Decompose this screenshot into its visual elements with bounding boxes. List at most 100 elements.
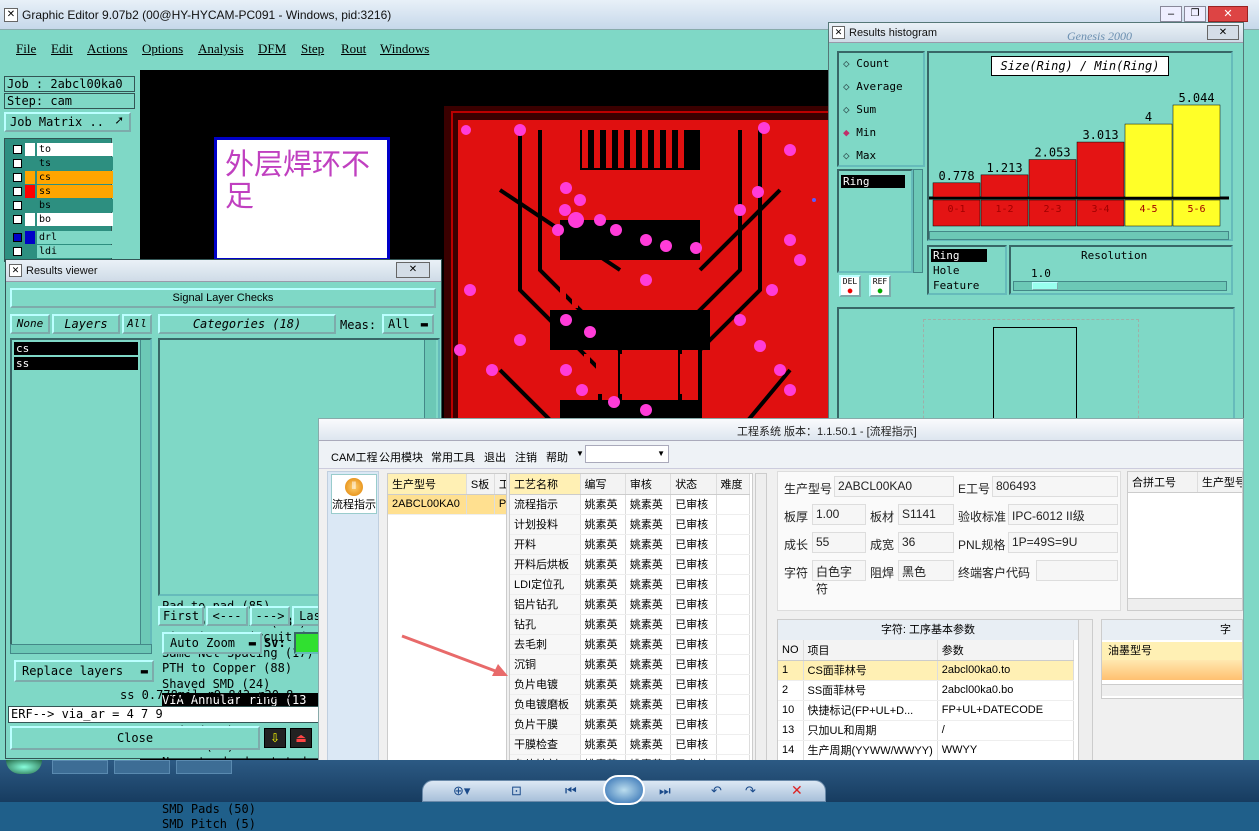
- process-cell[interactable]: 已审核: [670, 734, 717, 755]
- hist-bar[interactable]: [1028, 159, 1077, 198]
- col-writer[interactable]: 编写: [580, 474, 626, 495]
- chart-hscrollbar[interactable]: [929, 231, 1229, 240]
- process-cell[interactable]: [716, 614, 751, 635]
- col-model[interactable]: 生产型号: [388, 474, 467, 495]
- layer-checkbox[interactable]: [13, 159, 22, 168]
- layer-checkbox[interactable]: [13, 215, 22, 224]
- process-row[interactable]: 负电镀磨板 姚素英 姚素英 已审核: [510, 694, 751, 715]
- process-cell[interactable]: 已审核: [670, 594, 717, 615]
- layer-row-to[interactable]: to: [11, 143, 115, 156]
- process-cell[interactable]: 姚素英: [625, 674, 672, 695]
- process-row[interactable]: 负片电镀 姚素英 姚素英 已审核: [510, 674, 751, 695]
- process-cell[interactable]: 姚素英: [625, 554, 672, 575]
- process-cell[interactable]: 姚素英: [580, 554, 626, 575]
- param-cell[interactable]: SS面菲林号: [803, 680, 938, 701]
- eng-titlebar[interactable]: 工程系统 版本：1.1.50.1 - [流程指示]: [319, 419, 1243, 441]
- process-cell[interactable]: 已审核: [670, 574, 717, 595]
- param-row[interactable]: 1 CS面菲林号 2abcl00ka0.to: [778, 660, 1075, 681]
- process-row[interactable]: 流程指示 姚素英 姚素英 已审核: [510, 494, 751, 515]
- process-row[interactable]: LDI定位孔 姚素英 姚素英 已审核: [510, 574, 751, 595]
- layer-row-bs[interactable]: bs: [11, 199, 115, 212]
- process-cell[interactable]: 开料后烘板: [510, 554, 581, 575]
- process-cell[interactable]: [716, 574, 751, 595]
- category-item[interactable]: PTH to Copper (88): [162, 661, 292, 675]
- process-cell[interactable]: 姚素英: [580, 614, 626, 635]
- param-row[interactable]: 10 快捷标记(FP+UL+D... FP+UL+DATECODE: [778, 700, 1075, 721]
- close-icon[interactable]: ✕: [1208, 6, 1248, 22]
- source-hole[interactable]: Hole: [931, 264, 960, 277]
- process-cell[interactable]: 已审核: [670, 514, 717, 535]
- standard-field[interactable]: IPC-6012 II级: [1008, 504, 1118, 525]
- eng-toolbar-combo[interactable]: ▼: [585, 445, 669, 463]
- process-cell[interactable]: 已审核: [670, 494, 717, 515]
- menu-step[interactable]: Step: [301, 41, 324, 57]
- hist-close-icon[interactable]: ✕: [1207, 25, 1239, 40]
- param-cell[interactable]: 14: [778, 740, 804, 761]
- hist-bar[interactable]: [1076, 141, 1125, 198]
- layer-result-cs[interactable]: cs: [14, 342, 138, 355]
- hist-bar[interactable]: [932, 182, 981, 198]
- param-cell[interactable]: 只加UL和周期: [803, 720, 938, 741]
- col-param[interactable]: 参数: [937, 640, 1075, 661]
- model-field[interactable]: 2ABCL00KA0: [834, 476, 954, 497]
- col-item[interactable]: 项目: [803, 640, 938, 661]
- source-list[interactable]: Ring Hole Feature: [927, 245, 1007, 295]
- start-orb-icon[interactable]: [6, 760, 42, 774]
- param-row[interactable]: 13 只加UL和周期 /: [778, 720, 1075, 741]
- ink-row[interactable]: [1102, 660, 1242, 680]
- delete-icon[interactable]: ✕: [791, 782, 803, 799]
- param-cell[interactable]: 2abcl00ka0.to: [937, 660, 1075, 681]
- process-row[interactable]: 开料 姚素英 姚素英 已审核: [510, 534, 751, 555]
- customer-code-field[interactable]: [1036, 560, 1118, 581]
- process-row[interactable]: 负片干膜 姚素英 姚素英 已审核: [510, 714, 751, 735]
- job-matrix-button[interactable]: Job Matrix .. ➚: [4, 112, 131, 132]
- process-cell[interactable]: 姚素英: [625, 574, 672, 595]
- rotate-left-icon[interactable]: ↶: [711, 783, 722, 799]
- process-table[interactable]: 工艺名称 编写 审核 状态 难度 流程指示 姚素英 姚素英 已审核 计划投料 姚素英 姚素英…: [509, 473, 753, 761]
- menu-rout[interactable]: Rout: [341, 41, 366, 57]
- category-item[interactable]: SMD Pads (50): [162, 802, 256, 816]
- resolution-slider[interactable]: [1013, 281, 1227, 291]
- process-cell[interactable]: [716, 534, 751, 555]
- col-merge-model[interactable]: 生产型号: [1197, 472, 1242, 493]
- menu-edit[interactable]: Edit: [51, 41, 73, 57]
- hist-option-max[interactable]: ◇ Max: [843, 149, 876, 162]
- process-cell[interactable]: 已审核: [670, 634, 717, 655]
- process-row[interactable]: 钻孔 姚素英 姚素英 已审核: [510, 614, 751, 635]
- eng-menu-help[interactable]: 帮助: [546, 449, 568, 465]
- process-cell[interactable]: [716, 594, 751, 615]
- process-cell[interactable]: 姚素英: [625, 714, 672, 735]
- categories-button[interactable]: Categories (18): [158, 314, 336, 334]
- pnl-field[interactable]: 1P=49S=9U: [1008, 532, 1118, 553]
- rotate-right-icon[interactable]: ↷: [745, 783, 756, 799]
- menu-windows[interactable]: Windows: [380, 41, 429, 57]
- eng-menu-cam[interactable]: CAM工程: [331, 449, 377, 465]
- col-no[interactable]: NO: [778, 640, 804, 661]
- flow-guide-button[interactable]: Ⅱ 流程指示: [331, 474, 377, 514]
- meas-select[interactable]: All ▬: [382, 314, 434, 334]
- layer-checkbox[interactable]: [13, 187, 22, 196]
- ink-hscrollbar[interactable]: [1102, 684, 1242, 696]
- param-cell[interactable]: 快捷标记(FP+UL+D...: [803, 700, 938, 721]
- all-button[interactable]: All: [122, 314, 152, 334]
- process-cell[interactable]: 姚素英: [580, 734, 626, 755]
- param-cell[interactable]: 2: [778, 680, 804, 701]
- replace-layers-select[interactable]: Replace layers ▬: [14, 660, 154, 682]
- process-cell[interactable]: 计划投料: [510, 514, 581, 535]
- process-cell[interactable]: 流程指示: [510, 494, 581, 515]
- width-field[interactable]: 36: [898, 532, 954, 553]
- hist-option-count[interactable]: ◇ Count: [843, 57, 889, 70]
- fit-icon[interactable]: ⊡: [511, 783, 522, 799]
- param-cell[interactable]: WWYY: [937, 740, 1075, 761]
- layer-checkbox[interactable]: [13, 173, 22, 182]
- exit-icon[interactable]: ⏏: [290, 728, 312, 748]
- rv-titlebar[interactable]: ✕ Results viewer ✕: [6, 260, 441, 282]
- process-cell[interactable]: [716, 514, 751, 535]
- param-cell[interactable]: 2abcl00ka0.bo: [937, 680, 1075, 701]
- work-cell[interactable]: P1: [494, 494, 506, 515]
- measure-scrollbar[interactable]: [913, 169, 923, 273]
- process-cell[interactable]: 姚素英: [580, 574, 626, 595]
- menu-dfm[interactable]: DFM: [258, 41, 286, 57]
- taskbar-app[interactable]: [52, 760, 108, 774]
- menu-file[interactable]: File: [16, 41, 36, 57]
